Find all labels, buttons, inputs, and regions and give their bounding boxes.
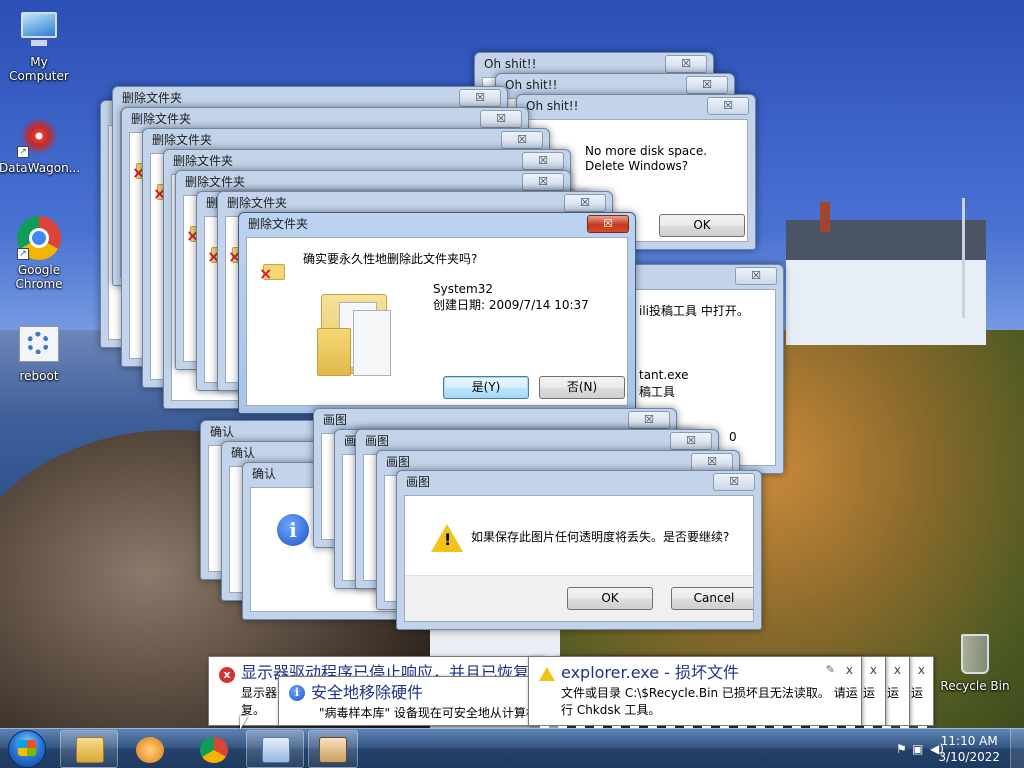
- delete-folder-dialog-active[interactable]: 删除文件夹 ☒ × 确实要永久性地删除此文件夹吗? System32 创建日期:…: [238, 212, 636, 414]
- folder-icon: [317, 288, 401, 376]
- close-button[interactable]: ☒: [501, 131, 543, 149]
- taskbar-control-panel[interactable]: [246, 730, 304, 768]
- balloon-body: 行 Chkdsk 工具。: [561, 703, 661, 717]
- clock[interactable]: 11:10 AM 3/10/2022: [938, 733, 1000, 765]
- media-player-icon: [136, 737, 164, 763]
- clock-time: 11:10 AM: [940, 734, 998, 748]
- balloon-body: 运: [886, 686, 899, 700]
- close-button[interactable]: ☒: [522, 173, 564, 191]
- close-button[interactable]: ☒: [522, 152, 564, 170]
- close-button[interactable]: ☒: [665, 55, 707, 73]
- reboot-icon: [17, 322, 61, 366]
- error-icon: x: [219, 667, 235, 683]
- close-button[interactable]: ☒: [564, 194, 606, 212]
- taskbar: ⚑ ▣ ◀) 11:10 AM 3/10/2022: [0, 728, 1024, 768]
- desktop-icon-chrome[interactable]: ↗ Google Chrome: [0, 216, 79, 291]
- dialog-message: 0: [729, 430, 737, 444]
- close-button[interactable]: ☒: [713, 473, 755, 491]
- computer-icon: [17, 8, 61, 52]
- wallpaper-pole: [962, 198, 965, 318]
- chrome-icon: ↗: [17, 216, 61, 260]
- balloon-title: explorer.exe - 损坏文件: [561, 663, 740, 682]
- balloon-explorer-corrupt[interactable]: explorer.exe - 损坏文件 文件或目录 C:\$Recycle.Bi…: [528, 656, 862, 726]
- desktop-icon-label: My Computer: [9, 55, 69, 83]
- yes-button[interactable]: 是(Y): [443, 376, 529, 399]
- ok-button[interactable]: OK: [567, 587, 653, 610]
- desktop-icon-recycle-bin[interactable]: Recycle Bin: [935, 632, 1015, 693]
- desktop-icon-reboot[interactable]: reboot: [0, 322, 79, 383]
- balloon-body: 文件或目录 C:\$Recycle.Bin 已损坏且无法读取。 请运: [561, 686, 858, 700]
- info-icon: i: [289, 685, 305, 701]
- no-button[interactable]: 否(N): [539, 376, 625, 399]
- close-button[interactable]: ☒: [670, 432, 712, 450]
- mouse-cursor: [240, 716, 248, 730]
- desktop-icon-label: Recycle Bin: [940, 679, 1010, 693]
- recycle-bin-icon: [953, 632, 997, 676]
- close-button[interactable]: ☒: [628, 411, 670, 429]
- folder-created-date: 创建日期: 2009/7/14 10:37: [433, 298, 589, 312]
- desktop-icon-label: DataWagon...: [0, 161, 81, 175]
- delete-folder-icon: ×: [259, 260, 285, 282]
- folder-name: System32: [433, 282, 494, 296]
- desktop-icon-label: reboot: [19, 369, 59, 383]
- app-icon: [319, 737, 347, 763]
- close-button[interactable]: ☒: [587, 215, 629, 233]
- wallpaper-house: [786, 202, 986, 345]
- dialog-title: 删除文件夹: [248, 217, 309, 231]
- dialog-message: tant.exe: [639, 368, 689, 382]
- dialog-title: 画图: [406, 475, 431, 489]
- close-button[interactable]: ☒: [691, 453, 733, 471]
- chrome-icon: [200, 737, 228, 763]
- datawagon-icon: ↗: [17, 114, 61, 158]
- ok-button[interactable]: OK: [659, 214, 745, 237]
- delete-question: 确实要永久性地删除此文件夹吗?: [303, 252, 478, 266]
- dialog-message: 稿工具: [639, 385, 676, 399]
- dialog-message: 如果保存此图片任何透明度将丢失。是否要继续?: [471, 530, 730, 544]
- paint-dialog-front[interactable]: 画图 ☒ ! 如果保存此图片任何透明度将丢失。是否要继续? OK Cancel: [396, 470, 762, 630]
- taskbar-app-anime[interactable]: [308, 730, 358, 768]
- balloon-body: 运: [910, 686, 923, 700]
- warning-icon: [539, 667, 555, 681]
- info-icon: i: [277, 514, 309, 546]
- close-button[interactable]: ☒: [459, 89, 501, 107]
- desktop-icon-datawagon[interactable]: ↗ DataWagon...: [0, 114, 81, 175]
- balloon-body: 运: [862, 686, 875, 700]
- show-desktop-button[interactable]: [1010, 729, 1024, 768]
- dialog-message: No more disk space.: [585, 144, 708, 158]
- dialog-message: ili投稿工具 中打开。: [639, 304, 749, 318]
- taskbar-chrome[interactable]: [184, 730, 242, 768]
- warning-icon: !: [431, 524, 463, 552]
- dialog-message: Delete Windows?: [585, 159, 689, 173]
- pin-icon[interactable]: ✎: [826, 663, 835, 676]
- network-icon[interactable]: ▣: [912, 742, 923, 756]
- close-icon[interactable]: x: [846, 663, 853, 677]
- cancel-button[interactable]: Cancel: [671, 587, 753, 610]
- flag-icon[interactable]: ⚑: [896, 742, 907, 756]
- clock-date: 3/10/2022: [938, 750, 1000, 764]
- system-tray: ⚑ ▣ ◀) 11:10 AM 3/10/2022: [884, 729, 1024, 768]
- taskbar-explorer[interactable]: [60, 730, 118, 768]
- folder-icon: [76, 737, 104, 763]
- windows-logo-icon: [18, 740, 36, 756]
- taskbar-media-player[interactable]: [120, 730, 178, 768]
- control-panel-icon: [262, 737, 290, 763]
- close-button[interactable]: ☒: [735, 267, 777, 285]
- close-button[interactable]: ☒: [707, 97, 749, 115]
- desktop-icon-my-computer[interactable]: My Computer: [0, 8, 79, 83]
- start-button[interactable]: [2, 729, 54, 768]
- desktop-icon-label: Google Chrome: [15, 263, 63, 291]
- close-button[interactable]: ☒: [480, 110, 522, 128]
- close-button[interactable]: ☒: [686, 76, 728, 94]
